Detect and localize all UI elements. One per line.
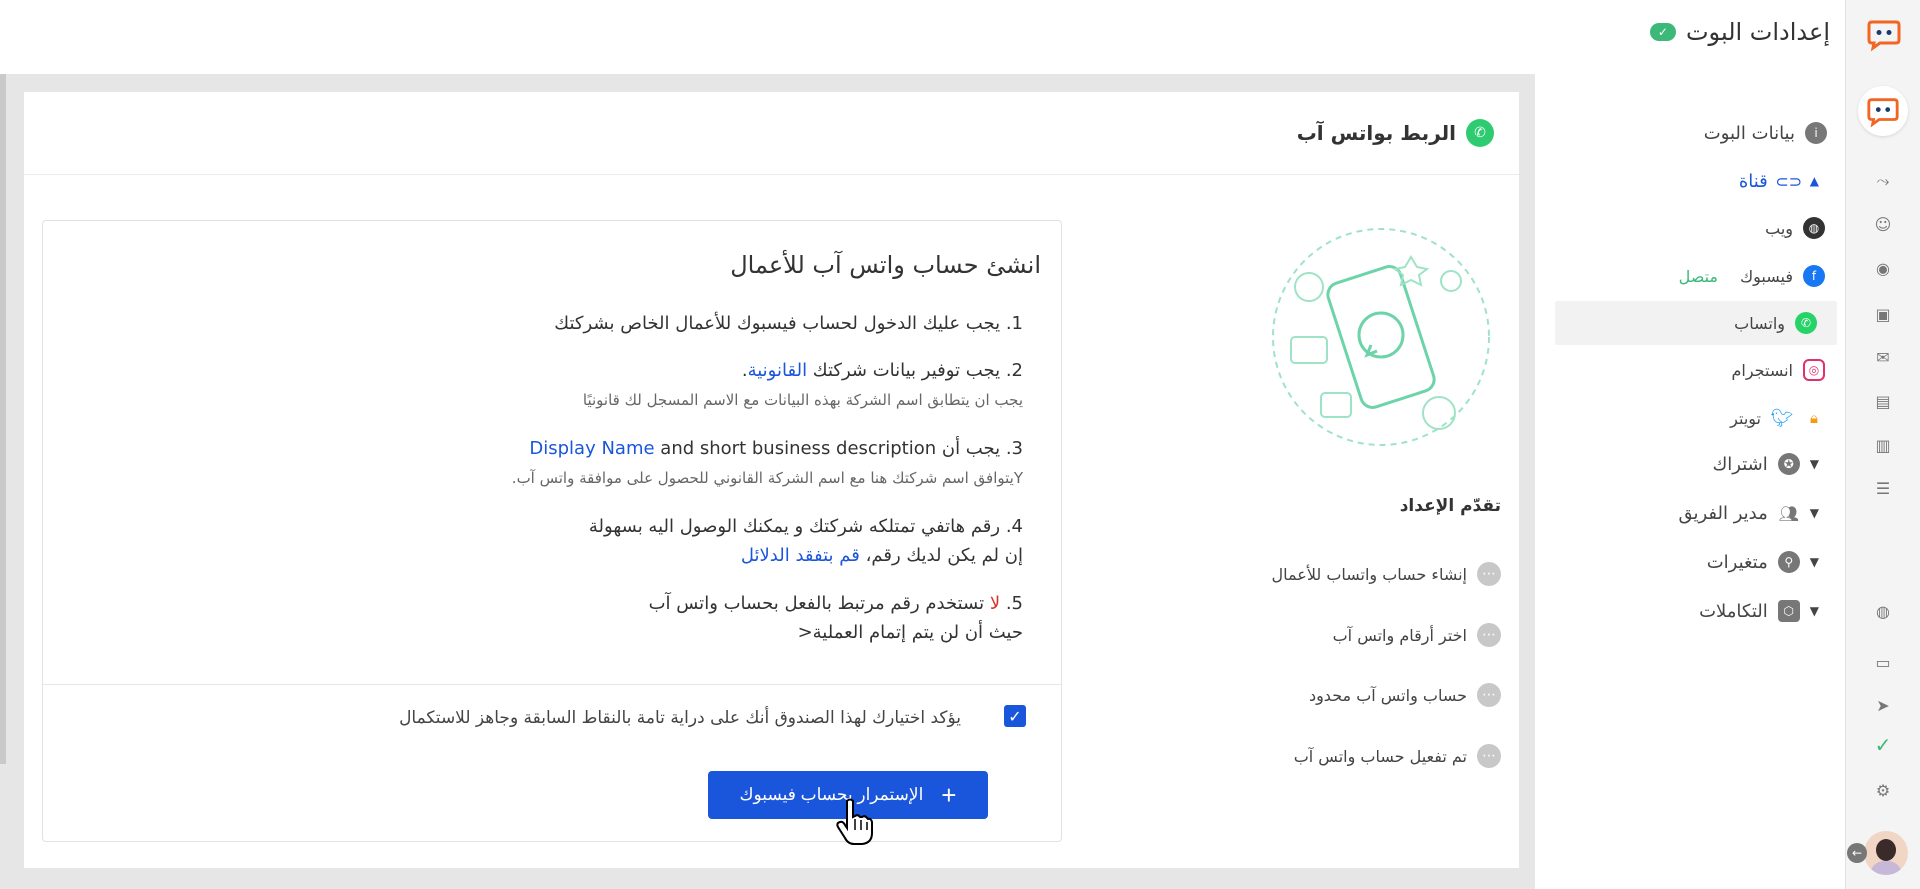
plus-icon: + (941, 780, 957, 810)
sidebar-item-bot-data[interactable]: i بيانات البوت (1555, 111, 1845, 155)
facebook-icon: f (1803, 265, 1825, 287)
instructions-box: انشئ حساب واتس آب للأعمال 1. يجب عليك ال… (42, 220, 1062, 842)
icon-rail: ⤳ ☺ ◉ ▣ ✉ ▤ ▥ ☰ ◍ ▭ ➤ ✓ ⚙ ← (1845, 0, 1920, 889)
instruction-step-3: 3. يجب أن Display Name and short busines… (529, 438, 1023, 459)
badge-icon: ✪ (1777, 453, 1800, 475)
caret-down-icon: ▼ (1809, 604, 1819, 618)
instructions-title: انشئ حساب واتس آب للأعمال (730, 251, 1041, 279)
setup-step: ⋯ تم تفعيل حساب واتس آب (1294, 744, 1501, 768)
sidebar-item-team-manager[interactable]: ▼ 👥︎ مدير الفريق (1555, 491, 1845, 535)
sidebar-item-instagram[interactable]: ◎ انستجرام (1555, 348, 1845, 392)
instagram-icon: ◎ (1803, 359, 1825, 381)
instruction-step-5: 5. لا تستخدم رقم مرتبط بالفعل بحساب واتس… (648, 593, 1023, 614)
divider (43, 684, 1061, 685)
sidebar-item-integrations[interactable]: ▼ ⬡ التكاملات (1555, 589, 1845, 633)
sidebar-item-channel[interactable]: ▲ ⊂⊃ قناة (1555, 159, 1845, 203)
bot-settings-rail-button[interactable] (1858, 86, 1908, 136)
link-icon: ⊂⊃ (1775, 171, 1803, 191)
sidebar-item-facebook[interactable]: f فيسبوك متصل (1555, 254, 1845, 298)
team-icon: 👥︎ (1778, 503, 1799, 523)
caret-down-icon: ▼ (1809, 555, 1819, 569)
sidebar-item-subscription[interactable]: ▼ ✪ اشتراك (1555, 442, 1845, 486)
bot-logo-icon (1867, 98, 1899, 128)
legal-data-link[interactable]: القانونية (748, 360, 807, 381)
send-icon[interactable]: ➤ (1872, 694, 1894, 716)
settings-sidebar: i بيانات البوت ▲ ⊂⊃ قناة ◍ ويب f فيسبوك … (1535, 74, 1845, 889)
globe-icon: ◍ (1803, 217, 1825, 239)
dashboard-icon[interactable]: ▤ (1872, 390, 1894, 412)
whatsapp-illustration-icon (1272, 228, 1490, 446)
setup-step: ⋯ حساب واتس آب محدود (1309, 683, 1501, 707)
integration-icon: ⬡ (1777, 600, 1800, 622)
sidebar-item-variables[interactable]: ▼ ⚲ متغيرات (1555, 540, 1845, 584)
instruction-step-3-note: Yيتوافق اسم شركتك هنا مع اسم الشركة القا… (511, 469, 1023, 487)
collapse-arrow-icon[interactable]: ← (1847, 843, 1867, 863)
check-icon[interactable]: ✓ (1872, 733, 1894, 757)
pending-dots-icon: ⋯ (1477, 623, 1501, 647)
setup-progress-title: تقدّم الإعداد (1399, 496, 1501, 516)
info-icon: i (1805, 122, 1827, 144)
instruction-step-5-note: حيث أن لن يتم إتمام العملية< (797, 622, 1023, 643)
instruction-step-2-note: يجب ان يتطابق اسم الشركة بهذه البيانات م… (582, 391, 1023, 409)
caret-down-icon: ▼ (1809, 457, 1819, 471)
instruction-step-4: 4. رقم هاتفي تمتلكه شركتك و يمكنك الوصول… (588, 516, 1023, 537)
twitter-icon: 🐦︎ (1770, 407, 1794, 429)
status-badge: متصل (1678, 266, 1718, 286)
lock-icon: 🔒︎ (1810, 409, 1818, 427)
mail-icon[interactable]: ✉ (1872, 346, 1894, 368)
setup-step: ⋯ اختر أرقام واتس آب (1333, 623, 1501, 647)
cloud-check-icon: ✓ (1649, 23, 1676, 41)
pending-dots-icon: ⋯ (1477, 744, 1501, 768)
wallet-icon[interactable]: ▭ (1872, 651, 1894, 673)
variable-icon: ⚲ (1777, 551, 1800, 573)
display-name-link[interactable]: Display Name (529, 438, 654, 459)
whatsapp-icon: ✆ (1795, 312, 1817, 334)
page-title: إعدادات البوت ✓ (1649, 18, 1830, 46)
confirm-label: يؤكد اختيارك لهذا الصندوق أنك على دراية … (399, 708, 961, 728)
flow-icon[interactable]: ⤳ (1872, 170, 1894, 192)
instruction-step-2: 2. يجب توفير بيانات شركتك القانونية. (741, 360, 1023, 381)
instruction-step-4-note: إن لم يكن لديك رقم، قم بتفقد الدلائل (740, 545, 1023, 566)
sidebar-item-web[interactable]: ◍ ويب (1555, 206, 1845, 250)
hand-cursor-icon (836, 798, 873, 845)
top-bar (0, 0, 1845, 74)
globe-icon[interactable]: ◍ (1872, 600, 1894, 622)
checklist-icon[interactable]: ☰ (1872, 477, 1894, 499)
sidebar-item-twitter[interactable]: 🔒︎ 🐦︎ تويتر (1555, 396, 1845, 440)
pending-dots-icon: ⋯ (1477, 683, 1501, 707)
whatsapp-icon: ✆ (1466, 119, 1494, 147)
brain-icon[interactable]: ☺ (1872, 213, 1894, 235)
pending-dots-icon: ⋯ (1477, 562, 1501, 586)
card-header: ✆ الربط بواتس آب (24, 92, 1519, 175)
instruction-step-1: 1. يجب عليك الدخول لحساب فيسبوك للأعمال … (554, 313, 1023, 334)
inbox-icon[interactable]: ▣ (1872, 303, 1894, 325)
broadcast-icon[interactable]: ◉ (1872, 257, 1894, 279)
avatar[interactable] (1864, 831, 1908, 875)
scrollbar[interactable] (0, 74, 6, 764)
brand-logo-icon[interactable] (1866, 16, 1902, 52)
whatsapp-connect-card: ✆ الربط بواتس آب تقدّم الإعداد ⋯ إنشاء ح… (23, 91, 1520, 869)
guides-link[interactable]: قم بتفقد الدلائل (741, 545, 860, 566)
setup-step: ⋯ إنشاء حساب واتساب للأعمال (1272, 562, 1501, 586)
stats-icon[interactable]: ▥ (1872, 434, 1894, 456)
sidebar-item-whatsapp[interactable]: ✆ واتساب (1555, 301, 1837, 345)
card-title: الربط بواتس آب (1296, 121, 1456, 145)
caret-up-icon: ▲ (1809, 174, 1819, 188)
gear-icon[interactable]: ⚙ (1872, 779, 1894, 801)
confirm-checkbox[interactable]: ✓ (1004, 705, 1026, 727)
caret-down-icon: ▼ (1809, 506, 1819, 520)
